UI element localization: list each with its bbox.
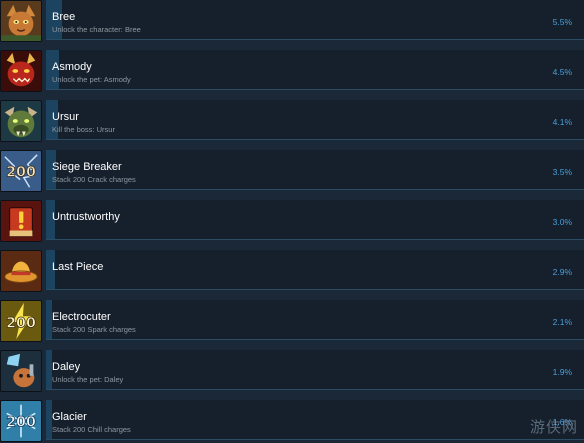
achievement-panel: Untrustworthy 3.0% xyxy=(46,200,584,240)
achievement-description: Kill the boss: Ursur xyxy=(52,125,115,134)
achievement-description: Unlock the pet: Asmody xyxy=(52,75,131,84)
achievement-panel: Daley Unlock the pet: Daley 1.9% xyxy=(46,350,584,390)
achievement-row[interactable]: Asmody Unlock the pet: Asmody 4.5% xyxy=(0,50,584,93)
badge-number: 200 xyxy=(6,415,36,431)
achievement-panel: Electrocuter Stack 200 Spark charges 2.1… xyxy=(46,300,584,340)
achievement-row[interactable]: Last Piece 2.9% xyxy=(0,250,584,293)
achievement-row[interactable]: Daley Unlock the pet: Daley 1.9% xyxy=(0,350,584,393)
achievement-description: Stack 200 Spark charges xyxy=(52,325,136,334)
badge-number: 200 xyxy=(6,316,36,332)
achievement-panel: Last Piece 2.9% xyxy=(46,250,584,290)
achievement-row[interactable]: 200 Siege Breaker Stack 200 Crack charge… xyxy=(0,150,584,193)
achievement-title: Daley xyxy=(52,361,81,373)
achievement-row[interactable]: 200 Glacier Stack 200 Chill charges 1.6% xyxy=(0,400,584,443)
achievement-title: Bree xyxy=(52,11,76,23)
achievement-row[interactable]: Bree Unlock the character: Bree 5.5% xyxy=(0,0,584,43)
achievement-percent: 2.9% xyxy=(552,267,572,277)
hat-icon xyxy=(0,250,42,292)
site-watermark: 游侠网 xyxy=(529,418,578,436)
achievement-percent: 1.9% xyxy=(552,367,572,377)
achievement-description: Unlock the character: Bree xyxy=(52,25,141,34)
achievement-title: Electrocuter xyxy=(52,311,111,323)
achievement-row[interactable]: Untrustworthy 3.0% xyxy=(0,200,584,243)
achievement-percent: 4.5% xyxy=(552,67,572,77)
achievement-panel: Ursur Kill the boss: Ursur 4.1% xyxy=(46,100,584,140)
achievement-percent: 2.1% xyxy=(552,317,572,327)
exclamation-book-icon xyxy=(0,200,42,242)
achievement-percent: 5.5% xyxy=(552,17,572,27)
achievement-row[interactable]: Ursur Kill the boss: Ursur 4.1% xyxy=(0,100,584,143)
achievement-list: Bree Unlock the character: Bree 5.5% Asm… xyxy=(0,0,584,443)
achievement-description: Unlock the pet: Daley xyxy=(52,375,124,384)
achievement-description: Stack 200 Crack charges xyxy=(52,175,136,184)
achievement-panel: Bree Unlock the character: Bree 5.5% xyxy=(46,0,584,40)
achievement-row[interactable]: 200 Electrocuter Stack 200 Spark charges… xyxy=(0,300,584,343)
spark-200-icon: 200 xyxy=(0,300,42,342)
achievement-title: Glacier xyxy=(52,411,87,423)
achievement-title: Ursur xyxy=(52,111,79,123)
achievement-panel: Siege Breaker Stack 200 Crack charges 3.… xyxy=(46,150,584,190)
achievement-title: Untrustworthy xyxy=(52,211,120,223)
cat-character-icon xyxy=(0,0,42,42)
achievement-title: Last Piece xyxy=(52,261,104,273)
achievement-title: Asmody xyxy=(52,61,92,73)
achievement-percent: 4.1% xyxy=(552,117,572,127)
chill-200-icon: 200 xyxy=(0,400,42,442)
crack-200-icon: 200 xyxy=(0,150,42,192)
achievement-panel: Glacier Stack 200 Chill charges 1.6% xyxy=(46,400,584,440)
achievement-percent: 3.0% xyxy=(552,217,572,227)
pet-daley-icon xyxy=(0,350,42,392)
achievement-percent: 3.5% xyxy=(552,167,572,177)
boss-ursur-icon xyxy=(0,100,42,142)
achievement-panel: Asmody Unlock the pet: Asmody 4.5% xyxy=(46,50,584,90)
achievement-description: Stack 200 Chill charges xyxy=(52,425,131,434)
achievement-title: Siege Breaker xyxy=(52,161,122,173)
badge-number: 200 xyxy=(6,165,36,181)
demon-pet-icon xyxy=(0,50,42,92)
